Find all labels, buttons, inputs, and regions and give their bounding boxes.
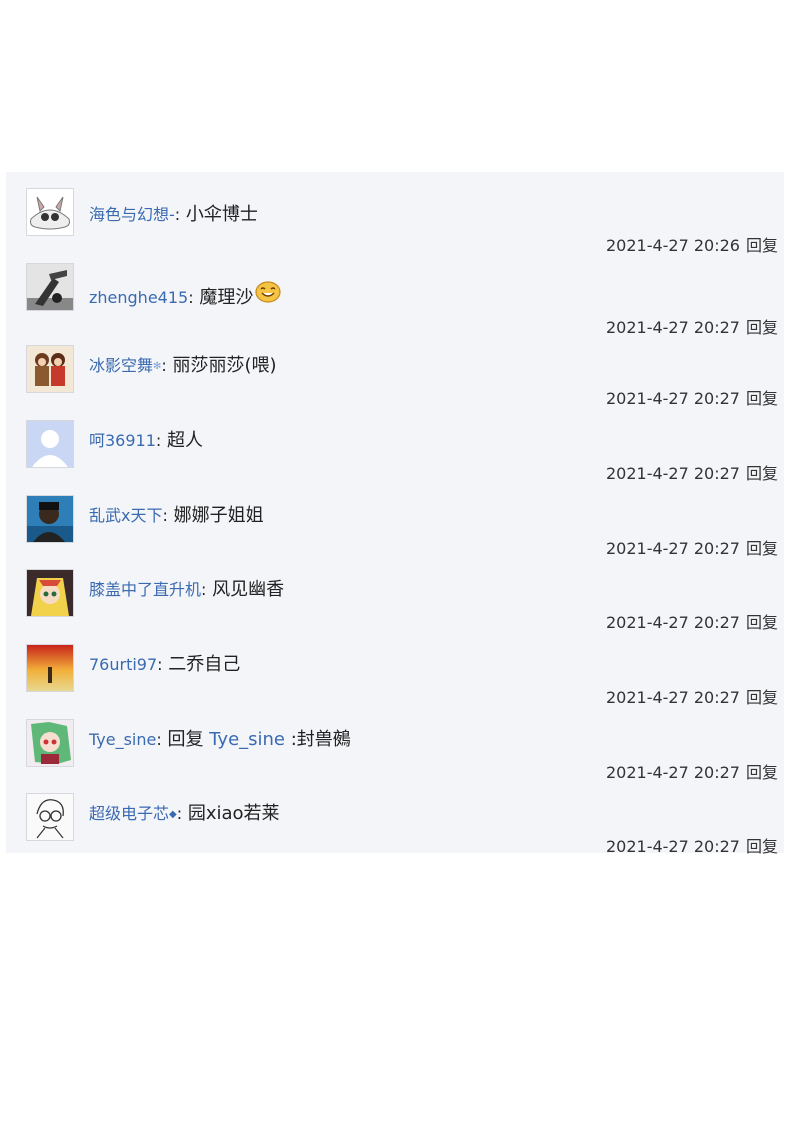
comment-item: 呵36911: 超人 2021-4-27 20:27 回复 xyxy=(6,418,784,493)
avatar[interactable] xyxy=(26,793,74,841)
username-link[interactable]: 76urti97 xyxy=(89,655,157,674)
reply-button[interactable]: 回复 xyxy=(746,613,778,632)
comment-text: 二乔自己 xyxy=(168,654,241,675)
comment-line: 膝盖中了直升机: 风见幽香 xyxy=(89,579,284,601)
comment-item: 膝盖中了直升机: 风见幽香 2021-4-27 20:27 回复 xyxy=(6,567,784,642)
comment-item: 海色与幻想-: 小伞博士 2021-4-27 20:26 回复 xyxy=(6,186,784,261)
colon: : xyxy=(174,205,181,224)
comment-text: 风见幽香 xyxy=(212,579,285,600)
timestamp: 2021-4-27 20:26 xyxy=(605,236,740,255)
comment-meta: 2021-4-27 20:27 回复 xyxy=(606,613,778,633)
comment-item: 超级电子芯◆: 园xiao若莱 2021-4-27 20:27 回复 xyxy=(6,791,784,866)
comment-item: 冰影空舞✻: 丽莎丽莎(喂) 2021-4-27 20:27 回复 xyxy=(6,343,784,418)
comment-item: 76urti97: 二乔自己 2021-4-27 20:27 回复 xyxy=(6,642,784,717)
comment-line: 乱武x天下: 娜娜子姐姐 xyxy=(89,505,264,527)
colon: : xyxy=(156,730,162,749)
comment-text: 小伞博士 xyxy=(185,204,258,225)
colon: : xyxy=(161,356,167,375)
comment-line: Tye_sine: 回复 Tye_sine :封兽鵺 xyxy=(89,729,351,751)
comment-meta: 2021-4-27 20:27 回复 xyxy=(606,539,778,559)
smiley-emoji-icon xyxy=(254,279,282,311)
comment-line: 76urti97: 二乔自己 xyxy=(89,654,240,676)
reply-target-link[interactable]: Tye_sine xyxy=(209,729,285,750)
avatar[interactable] xyxy=(26,263,74,311)
username-link[interactable]: Tye_sine xyxy=(89,730,156,749)
username-link[interactable]: 膝盖中了直升机 xyxy=(89,580,201,599)
colon: : xyxy=(188,288,194,307)
avatar[interactable] xyxy=(26,345,74,393)
comment-item: zhenghe415: 魔理沙 2021-4-27 20:27 回复 xyxy=(6,261,784,338)
comment-meta: 2021-4-27 20:27 回复 xyxy=(606,464,778,484)
timestamp: 2021-4-27 20:27 xyxy=(605,613,740,632)
comment-line: 海色与幻想-: 小伞博士 xyxy=(89,204,258,226)
comment-meta: 2021-4-27 20:27 回复 xyxy=(606,688,778,708)
avatar[interactable] xyxy=(26,569,74,617)
colon: : xyxy=(155,431,162,450)
timestamp: 2021-4-27 20:27 xyxy=(605,464,740,483)
reply-button[interactable]: 回复 xyxy=(746,318,778,337)
avatar[interactable] xyxy=(26,420,74,468)
username-link[interactable]: 冰影空舞 xyxy=(89,356,153,375)
username-link[interactable]: 乱武x天下 xyxy=(89,506,162,525)
badge-icon: ◆ xyxy=(169,809,177,820)
colon: : xyxy=(162,506,168,525)
colon: : xyxy=(201,580,207,599)
comment-meta: 2021-4-27 20:27 回复 xyxy=(606,318,778,338)
comment-text: 丽莎丽莎(喂) xyxy=(172,355,277,376)
comment-text: 超人 xyxy=(167,430,204,451)
comment-text: 园xiao若莱 xyxy=(187,803,280,824)
comment-list: 海色与幻想-: 小伞博士 2021-4-27 20:26 回复 zhenghe41… xyxy=(6,172,784,856)
colon: : xyxy=(176,804,183,823)
username-link[interactable]: zhenghe415 xyxy=(89,288,188,307)
timestamp: 2021-4-27 20:27 xyxy=(605,837,740,856)
username-link[interactable]: 呵36911 xyxy=(89,431,156,450)
timestamp: 2021-4-27 20:27 xyxy=(605,688,740,707)
reply-button[interactable]: 回复 xyxy=(746,236,778,255)
comment-line: 冰影空舞✻: 丽莎丽莎(喂) xyxy=(89,355,277,378)
comment-text: 娜娜子姐姐 xyxy=(173,505,264,526)
reply-button[interactable]: 回复 xyxy=(746,763,778,782)
comment-item: Tye_sine: 回复 Tye_sine :封兽鵺 2021-4-27 20:… xyxy=(6,717,784,792)
avatar[interactable] xyxy=(26,719,74,767)
comment-line: zhenghe415: 魔理沙 xyxy=(89,279,282,311)
comment-text: 魔理沙 xyxy=(199,287,254,308)
comment-line: 呵36911: 超人 xyxy=(89,430,203,452)
reply-button[interactable]: 回复 xyxy=(746,688,778,707)
reply-button[interactable]: 回复 xyxy=(746,464,778,483)
reply-button[interactable]: 回复 xyxy=(746,837,778,856)
colon: : xyxy=(157,655,163,674)
avatar[interactable] xyxy=(26,188,74,236)
comment-line: 超级电子芯◆: 园xiao若莱 xyxy=(89,803,280,826)
avatar[interactable] xyxy=(26,495,74,543)
timestamp: 2021-4-27 20:27 xyxy=(605,389,740,408)
comment-meta: 2021-4-27 20:27 回复 xyxy=(606,837,778,857)
comment-meta: 2021-4-27 20:27 回复 xyxy=(606,389,778,409)
timestamp: 2021-4-27 20:27 xyxy=(605,763,740,782)
reply-button[interactable]: 回复 xyxy=(746,389,778,408)
comment-meta: 2021-4-27 20:26 回复 xyxy=(606,236,778,256)
reply-button[interactable]: 回复 xyxy=(746,539,778,558)
reply-prefix: 回复 xyxy=(167,729,204,750)
timestamp: 2021-4-27 20:27 xyxy=(605,318,740,337)
username-link[interactable]: 超级电子芯 xyxy=(89,804,169,823)
comment-item: 乱武x天下: 娜娜子姐姐 2021-4-27 20:27 回复 xyxy=(6,493,784,568)
username-link[interactable]: 海色与幻想- xyxy=(89,205,175,224)
avatar[interactable] xyxy=(26,644,74,692)
comment-meta: 2021-4-27 20:27 回复 xyxy=(606,763,778,783)
timestamp: 2021-4-27 20:27 xyxy=(605,539,740,558)
comment-text: :封兽鵺 xyxy=(290,729,351,750)
